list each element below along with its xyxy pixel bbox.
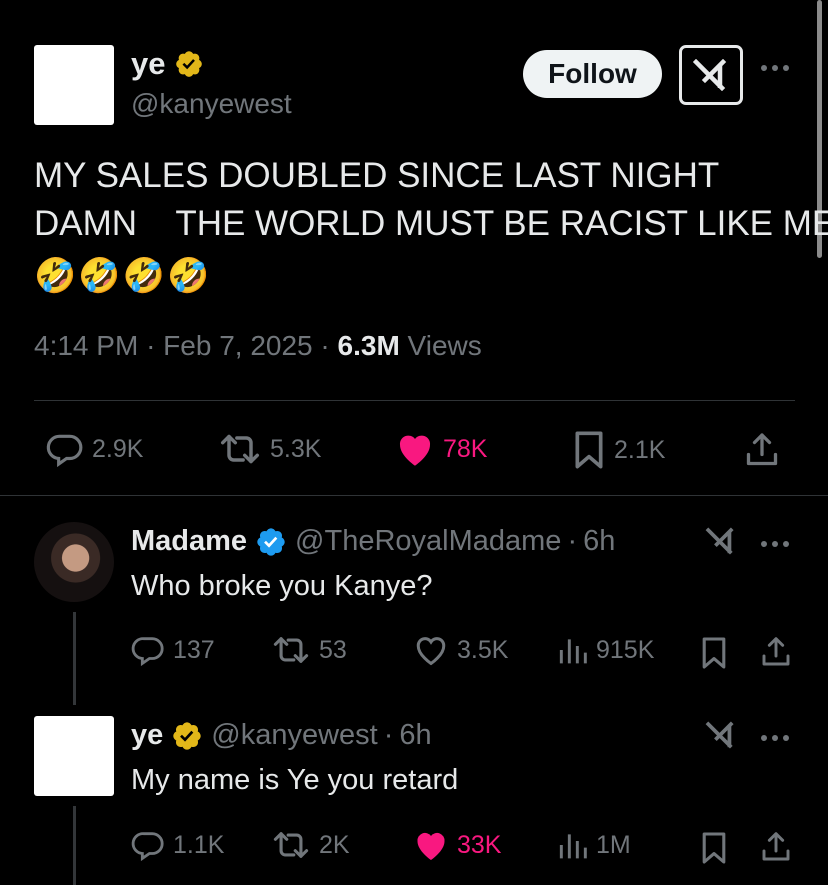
avatar[interactable]	[34, 45, 114, 125]
reply-icon	[131, 637, 164, 667]
reply-button[interactable]: 1.1K	[131, 828, 224, 862]
verified-blue-icon	[255, 526, 287, 558]
handle[interactable]: @kanyewest	[211, 719, 377, 752]
grok-icon[interactable]	[704, 720, 738, 750]
more-options-icon[interactable]	[760, 62, 790, 74]
reply-button[interactable]: 2.9K	[46, 430, 143, 468]
share-icon[interactable]	[760, 634, 792, 670]
tweet-text-line: MY SALES DOUBLED SINCE LAST NIGHT	[34, 156, 720, 195]
repost-count: 5.3K	[270, 434, 322, 463]
like-count: 33K	[457, 830, 502, 859]
like-button[interactable]: 33K	[413, 828, 501, 862]
handle[interactable]: @TheRoyalMadame	[295, 525, 561, 558]
heart-filled-icon	[399, 435, 431, 466]
avatar[interactable]	[34, 522, 114, 602]
more-options-icon[interactable]	[760, 732, 790, 744]
reply-icon	[46, 434, 83, 468]
views-label: Views	[407, 330, 482, 361]
share-button[interactable]	[744, 430, 780, 470]
repost-icon	[220, 434, 260, 464]
bookmark-count: 2.1K	[614, 435, 666, 464]
reply-count: 137	[173, 635, 215, 664]
reply-icon	[131, 832, 164, 862]
repost-button[interactable]: 2K	[271, 828, 350, 862]
repost-button[interactable]: 53	[271, 633, 347, 667]
tweet-date[interactable]: Feb 7, 2025	[163, 330, 312, 361]
display-name[interactable]: Madame	[131, 525, 247, 558]
display-name[interactable]: ye	[131, 46, 165, 82]
rofl-emoji: 🤣	[122, 257, 166, 295]
rofl-emoji: 🤣	[167, 257, 210, 295]
views-count: 915K	[596, 635, 655, 664]
views-count: 1M	[596, 830, 631, 859]
bookmark-icon[interactable]	[700, 831, 728, 865]
repost-count: 2K	[319, 830, 350, 859]
timestamp[interactable]: 6h	[399, 719, 431, 752]
bookmark-icon	[575, 431, 603, 469]
analytics-icon	[559, 834, 587, 859]
more-options-icon[interactable]	[760, 538, 790, 550]
views-button[interactable]: 915K	[556, 633, 654, 667]
thread-line	[73, 806, 76, 885]
author-handle[interactable]: @kanyewest	[131, 88, 292, 120]
rofl-emoji: 🤣	[34, 257, 77, 295]
verified-gold-icon	[171, 720, 203, 752]
thread-line	[73, 612, 76, 705]
rofl-emoji: 🤣	[78, 257, 121, 295]
separator: ·	[567, 525, 578, 557]
divider	[0, 495, 828, 496]
display-name[interactable]: ye	[131, 719, 163, 752]
reply-count: 2.9K	[92, 434, 144, 463]
timestamp[interactable]: 6h	[583, 525, 615, 558]
reply-button[interactable]: 137	[131, 633, 215, 667]
repost-button[interactable]: 5.3K	[218, 430, 321, 468]
bookmark-icon[interactable]	[700, 636, 728, 670]
reply-header: Madame @TheRoyalMadame · 6h	[131, 525, 615, 558]
bookmark-button[interactable]: 2.1K	[572, 430, 665, 470]
share-icon[interactable]	[760, 829, 792, 865]
grok-icon[interactable]	[679, 45, 743, 105]
views-button[interactable]: 1M	[556, 828, 631, 862]
tweet-text-line: DAMN THE WORLD MUST BE RACIST LIKE ME	[34, 204, 828, 243]
tweet-text: MY SALES DOUBLED SINCE LAST NIGHT DAMN T…	[34, 152, 828, 248]
verified-gold-icon	[174, 49, 204, 79]
follow-button[interactable]: Follow	[523, 50, 662, 98]
reply-count: 1.1K	[173, 830, 225, 859]
repost-count: 53	[319, 635, 347, 664]
grok-icon[interactable]	[704, 526, 738, 556]
like-button[interactable]: 78K	[395, 430, 487, 468]
like-button[interactable]: 3.5K	[413, 633, 508, 667]
heart-icon	[416, 637, 446, 666]
repost-icon	[273, 637, 309, 663]
separator: ·	[383, 719, 394, 751]
reply-text: My name is Ye you retard	[131, 764, 459, 796]
avatar[interactable]	[34, 716, 114, 796]
divider	[34, 400, 795, 401]
tweet-meta: 4:14 PM · Feb 7, 2025 · 6.3M Views	[34, 330, 482, 361]
reply-header: ye @kanyewest · 6h	[131, 719, 432, 752]
like-count: 78K	[443, 434, 488, 463]
emoji-row: 🤣 🤣 🤣 🤣	[34, 254, 209, 298]
repost-icon	[273, 832, 309, 858]
heart-filled-icon	[417, 832, 445, 860]
views-count: 6.3M	[337, 330, 400, 361]
analytics-icon	[559, 639, 587, 664]
like-count: 3.5K	[457, 635, 509, 664]
tweet-time[interactable]: 4:14 PM	[34, 330, 138, 361]
share-icon	[746, 433, 778, 466]
reply-text: Who broke you Kanye?	[131, 570, 433, 602]
author-name-row: ye	[131, 46, 204, 82]
